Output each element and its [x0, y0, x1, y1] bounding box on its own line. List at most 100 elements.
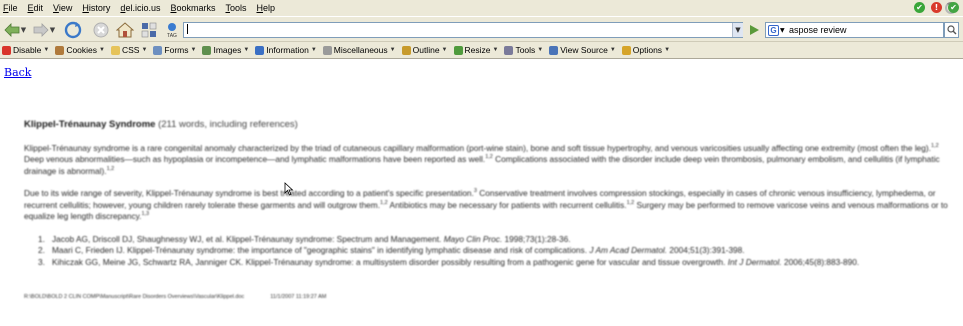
back-button[interactable]: ▼	[3, 20, 27, 40]
reference-item: 3. Kihiczak GG, Meine JG, Schwartz RA, Ja…	[38, 256, 860, 267]
document-title: Klippel-Trénaunay Syndrome (211 words, i…	[24, 119, 959, 131]
reload-icon	[64, 21, 82, 39]
devtool-label: Disable	[13, 45, 42, 55]
image-icon	[202, 45, 212, 55]
devtool-forms[interactable]: Forms ▼	[153, 45, 196, 55]
info-icon	[255, 45, 265, 55]
address-bar[interactable]	[183, 22, 743, 38]
syndrome-title: Klippel-Trénaunay Syndrome	[24, 119, 156, 130]
tile-icon	[141, 22, 157, 38]
tag-icon: TAG	[167, 23, 177, 39]
menu-delicious[interactable]: del.icio.us	[120, 3, 160, 13]
options-icon	[621, 45, 631, 55]
devtool-resize[interactable]: Resize ▼	[453, 45, 499, 55]
devtool-tools[interactable]: Tools ▼	[504, 45, 543, 55]
devtool-information[interactable]: Information ▼	[255, 45, 317, 55]
back-dropdown-icon[interactable]: ▼	[21, 26, 26, 34]
wrench-icon	[504, 45, 514, 55]
references-list: 1. Jacob AG, Driscoll DJ, Shaughnessy WJ,…	[38, 234, 959, 269]
dropdown-caret-icon: ▼	[537, 47, 544, 53]
devtool-images[interactable]: Images ▼	[202, 45, 249, 55]
validation-status: ✔ ! ✔	[914, 2, 959, 13]
devtool-label: Outline	[412, 45, 440, 55]
menu-view[interactable]: View	[53, 3, 72, 13]
menu-file[interactable]: File	[3, 3, 18, 13]
forward-dropdown-icon[interactable]: ▼	[50, 26, 55, 34]
dropdown-caret-icon: ▼	[310, 47, 317, 53]
css-valid-check-icon[interactable]: ✔	[914, 2, 925, 13]
devtool-label: Options	[632, 45, 663, 55]
go-button[interactable]	[747, 23, 761, 37]
forward-arrow-icon	[33, 23, 49, 37]
back-arrow-icon	[4, 23, 20, 37]
stop-button[interactable]	[90, 20, 112, 40]
document-footer: R:\BOLD\BOLD 2 CLIN COMP\Manuscript\Rare…	[24, 294, 326, 300]
menu-bookmarks[interactable]: Bookmarks	[170, 3, 215, 13]
devtool-label: Information	[266, 45, 309, 55]
page-content: Back Klippel-Trénaunay Syndrome (211 wor…	[0, 60, 963, 326]
footer-path: R:\BOLD\BOLD 2 CLIN COMP\Manuscript\Rare…	[24, 294, 245, 300]
source-icon	[549, 45, 559, 55]
misc-icon	[322, 45, 332, 55]
dropdown-caret-icon: ▼	[190, 47, 197, 53]
devtool-label: CSS	[121, 45, 140, 55]
navigation-toolbar: ▼ ▼ TAG ▼ G ▼ aspose review	[0, 16, 963, 42]
cookie-icon	[55, 45, 65, 55]
address-dropdown-icon[interactable]: ▼	[732, 23, 743, 37]
menu-history[interactable]: History	[82, 3, 110, 13]
outline-icon	[401, 45, 411, 55]
web-developer-toolbar: Disable ▼ Cookies ▼ CSS ▼ Forms ▼ Images ▼ Informa…	[0, 42, 963, 59]
mouse-cursor-icon	[284, 182, 294, 196]
footer-date: 11/1/2007 11:19:27 AM	[270, 294, 327, 300]
word-count: (211 words, including references)	[158, 119, 298, 130]
paragraph-1: Klippel-Trénaunay syndrome is a rare con…	[24, 142, 940, 176]
devtool-css[interactable]: CSS ▼	[110, 45, 148, 55]
back-link[interactable]: Back	[4, 66, 31, 79]
tag-button[interactable]: TAG	[162, 20, 182, 40]
menu-help[interactable]: Help	[257, 3, 276, 13]
html-valid-icon[interactable]: ✔	[948, 2, 959, 13]
javascript-error-icon[interactable]: !	[931, 2, 942, 13]
resize-icon	[453, 45, 463, 55]
magnifier-icon	[946, 25, 956, 35]
menu-tools[interactable]: Tools	[225, 3, 246, 13]
devtool-disable[interactable]: Disable ▼	[2, 45, 49, 55]
text-caret	[187, 24, 188, 35]
search-input[interactable]: aspose review	[786, 22, 944, 38]
paragraph-2: Due to its wide range of severity, Klipp…	[24, 188, 948, 221]
dropdown-caret-icon: ▼	[389, 47, 396, 53]
engine-dropdown-icon: ▼	[780, 26, 785, 34]
search-engine-selector[interactable]: G ▼	[765, 22, 787, 38]
devtool-view-source[interactable]: View Source ▼	[549, 45, 616, 55]
no-entry-icon	[2, 45, 11, 55]
search-button[interactable]	[944, 22, 959, 38]
devtool-options[interactable]: Options ▼	[621, 45, 671, 55]
reload-button[interactable]	[62, 20, 84, 40]
dropdown-caret-icon: ▼	[664, 47, 671, 53]
document-image: Klippel-Trénaunay Syndrome (211 words, i…	[24, 119, 959, 268]
devtool-label: Cookies	[66, 45, 98, 55]
tag-label: TAG	[167, 33, 177, 39]
reference-item: 1. Jacob AG, Driscoll DJ, Shaughnessy WJ,…	[38, 233, 571, 244]
devtool-outline[interactable]: Outline ▼	[401, 45, 448, 55]
devtool-miscellaneous[interactable]: Miscellaneous ▼	[322, 45, 396, 55]
home-button[interactable]	[114, 20, 136, 40]
devtool-label: Resize	[464, 45, 491, 55]
devtool-cookies[interactable]: Cookies ▼	[55, 45, 105, 55]
tile-tabs-button[interactable]	[139, 20, 159, 40]
dropdown-caret-icon: ▼	[99, 47, 105, 53]
menu-edit[interactable]: Edit	[28, 3, 44, 13]
stop-icon	[93, 22, 109, 38]
devtool-label: Miscellaneous	[333, 45, 388, 55]
menu-bar: File Edit View History del.icio.us Bookmarks T…	[0, 0, 963, 16]
google-icon: G	[768, 24, 779, 36]
home-icon	[116, 22, 134, 38]
dropdown-caret-icon: ▼	[609, 47, 616, 53]
dropdown-caret-icon: ▼	[43, 47, 50, 53]
dropdown-caret-icon: ▼	[141, 47, 148, 53]
forward-button[interactable]: ▼	[32, 20, 56, 40]
dropdown-caret-icon: ▼	[441, 47, 448, 53]
form-icon	[153, 45, 163, 55]
go-arrow-icon	[750, 25, 759, 35]
dropdown-caret-icon: ▼	[492, 47, 499, 53]
